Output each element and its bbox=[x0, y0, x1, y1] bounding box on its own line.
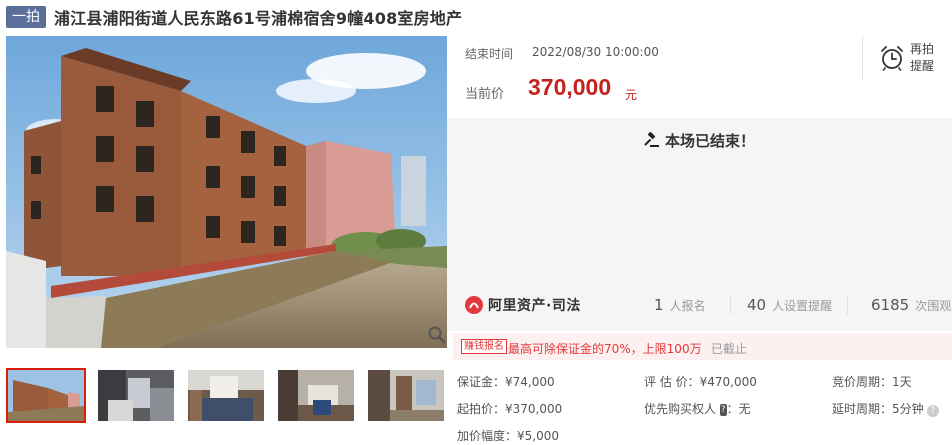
zoom-icon[interactable] bbox=[428, 326, 446, 344]
ali-logo-icon bbox=[465, 296, 483, 314]
deposit-notice-tag: 赚钱报名 bbox=[461, 339, 507, 354]
delay-cycle-text: 延时周期：5分钟 bbox=[832, 402, 924, 416]
reminders-label: 人设置提醒 bbox=[772, 299, 833, 313]
thumbnail-3[interactable] bbox=[186, 368, 266, 423]
current-price-unit: 元 bbox=[625, 88, 638, 102]
alarm-clock-icon bbox=[881, 46, 903, 71]
reminders-count: 40 bbox=[747, 296, 767, 314]
bid-cycle-info: 竞价周期：1天 bbox=[832, 375, 912, 389]
views-count: 6185 bbox=[871, 296, 910, 314]
end-time-label: 结束时间 bbox=[465, 47, 514, 61]
end-time-value: 2022/08/30 10:00:00 bbox=[532, 45, 659, 59]
thumbnail-5[interactable] bbox=[366, 368, 446, 423]
increment-info: 加价幅度：¥5,000 bbox=[457, 429, 559, 443]
signups-count: 1 bbox=[654, 296, 664, 314]
divider bbox=[730, 296, 731, 314]
gavel-icon bbox=[644, 132, 659, 147]
help-icon[interactable]: ? bbox=[926, 405, 939, 417]
page-title: 浦江县浦阳街道人民东路61号浦棉宿舍9幢408室房地产 bbox=[54, 9, 463, 28]
priority-buyer-label: 优先购买权人 bbox=[644, 402, 717, 416]
remind-label: 再拍提醒 bbox=[910, 42, 935, 73]
stats-bar: 阿里资产·司法 1 人报名 40 人设置提醒 6185 次围观 bbox=[447, 276, 952, 331]
main-photo[interactable] bbox=[6, 36, 447, 348]
views-label: 次围观 bbox=[915, 299, 952, 313]
divider bbox=[847, 296, 848, 314]
thumbnail-strip bbox=[6, 368, 456, 423]
priority-help-icon[interactable]: ? bbox=[719, 404, 727, 416]
reminders-stat: 40 人设置提醒 bbox=[747, 296, 832, 314]
delay-cycle-info: 延时周期：5分钟? bbox=[832, 400, 939, 417]
deposit-info: 保证金：¥74,000 bbox=[457, 375, 555, 389]
views-stat: 6185 次围观 bbox=[871, 296, 951, 314]
appraisal-info: 评 估 价：¥470,000 bbox=[644, 375, 757, 389]
signups-stat: 1 人报名 bbox=[654, 296, 706, 314]
platform-name: 阿里资产·司法 bbox=[488, 298, 581, 314]
auction-ended-text: 本场已结束！ bbox=[664, 132, 755, 150]
deposit-notice: 赚钱报名 最高可除保证金的70%，上限100万 已截止 bbox=[453, 333, 952, 360]
title-row: 一拍 浦江县浦阳街道人民东路61号浦棉宿舍9幢408室房地产 bbox=[6, 5, 462, 29]
price-info: 结束时间 2022/08/30 10:00:00 当前价 370,000 元 再… bbox=[447, 36, 952, 118]
thumbnail-1[interactable] bbox=[6, 368, 86, 423]
priority-buyer-value: ：无 bbox=[726, 402, 751, 416]
auction-round-badge: 一拍 bbox=[6, 6, 46, 28]
auction-ended-message: 本场已结束！ bbox=[447, 130, 952, 151]
thumbnail-2[interactable] bbox=[96, 368, 176, 423]
start-price-info: 起拍价：¥370,000 bbox=[457, 402, 563, 416]
platform-logo: 阿里资产·司法 bbox=[464, 295, 581, 315]
deposit-notice-status: 已截止 bbox=[711, 342, 748, 356]
thumbnail-4[interactable] bbox=[276, 368, 356, 423]
current-price-value: 370,000 bbox=[528, 74, 612, 100]
remind-button[interactable]: 再拍提醒 bbox=[862, 36, 952, 81]
deposit-notice-text: 最高可除保证金的70%，上限100万 bbox=[508, 342, 702, 356]
current-price-label: 当前价 bbox=[465, 87, 505, 102]
auction-status-panel: 本场已结束！ bbox=[447, 118, 952, 276]
priority-buyer-info: 优先购买权人 ?：无 bbox=[644, 400, 751, 417]
signups-label: 人报名 bbox=[669, 299, 706, 313]
